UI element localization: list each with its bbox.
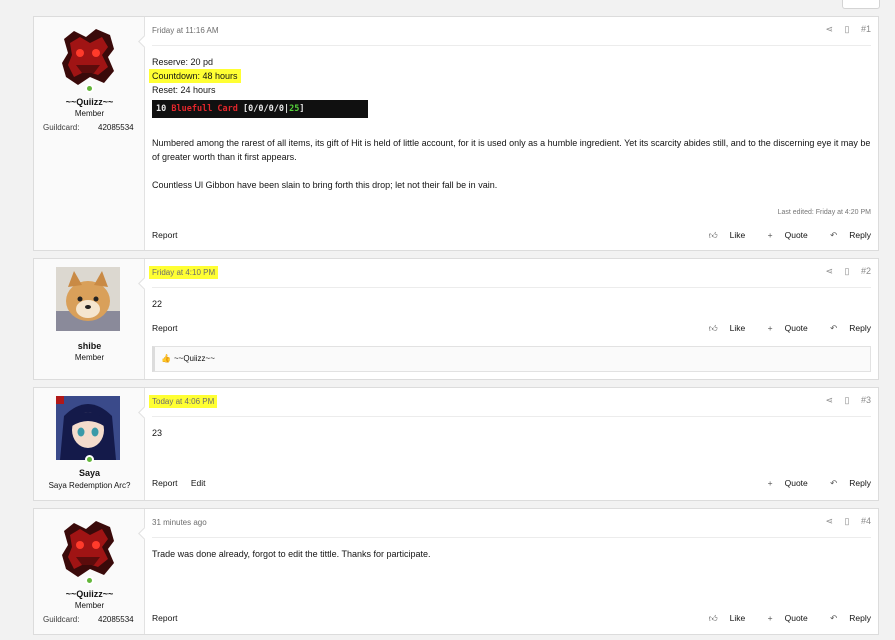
reset-line: Reset: 24 hours [152,85,216,95]
post-1: ~~Quiizz~~ Member Guildcard: 42085534 Fr… [33,16,879,251]
post-4: ~~Quiizz~~ Member Guildcard: 42085534 31… [33,508,879,635]
post-content: 22 [152,299,163,309]
share-icon[interactable]: ⋖ [825,516,833,526]
bookmark-icon[interactable]: ▯ [845,266,850,276]
like-button[interactable]: 👍︎ Like [699,613,745,623]
report-link[interactable]: Report [152,323,178,333]
report-link[interactable]: Report [152,613,178,623]
reaction-user[interactable]: ~~Quiizz~~ [174,354,215,363]
reactions-bar[interactable]: 👍 ~~Quiizz~~ [152,346,871,372]
user-title: Saya Redemption Arc? [48,481,131,490]
bookmark-icon[interactable]: ▯ [845,395,850,405]
online-indicator-icon [85,84,94,93]
reply-icon: ↶ [830,230,838,240]
username[interactable]: shibe [34,341,145,351]
edit-link[interactable]: Edit [191,478,206,488]
countdown-line: Countdown: 48 hours [149,69,241,83]
guildcard-value: 42085534 [98,615,134,624]
share-icon[interactable]: ⋖ [825,24,833,34]
post-date[interactable]: 31 minutes ago [152,518,207,527]
post-number[interactable]: #1 [861,24,871,34]
reply-button[interactable]: ↶ Reply [820,323,871,333]
post-header: Friday at 4:10 PM ⋖ ▯ #2 [149,259,871,288]
share-icon[interactable]: ⋖ [825,395,833,405]
reply-button[interactable]: ↶ Reply [820,478,871,488]
thumbs-up-icon: 👍 [161,354,171,363]
online-indicator-icon [85,455,94,464]
post-1-user-panel: ~~Quiizz~~ Member Guildcard: 42085534 [34,17,151,250]
guildcard-value: 42085534 [98,123,134,132]
avatar-quiizz[interactable] [56,517,120,581]
post-date[interactable]: Friday at 11:16 AM [152,26,219,35]
plus-icon: + [767,478,773,488]
post-number[interactable]: #4 [861,516,871,526]
like-button[interactable]: 👍︎ Like [699,230,745,240]
reply-icon: ↶ [830,323,838,333]
last-edited: Last edited: Friday at 4:20 PM [777,209,871,216]
post-header: 31 minutes ago ⋖ ▯ #4 [152,509,871,538]
post-3: Saya Saya Redemption Arc? Today at 4:06 … [33,387,879,501]
thumbs-up-icon: 👍︎ [708,613,718,623]
post-2-user-panel: shibe Member [34,259,151,379]
plus-icon: + [767,323,773,333]
post-2-main: Friday at 4:10 PM ⋖ ▯ #2 22 Report 👍︎ Lik… [145,259,878,379]
quote-button[interactable]: + Quote [758,230,808,240]
quote-button[interactable]: + Quote [758,478,808,488]
post-paragraph: Countless Ul Gibbon have been slain to b… [152,180,498,190]
guildcard-label: Guildcard: [43,123,80,132]
post-3-main: Today at 4:06 PM ⋖ ▯ #3 23 Report Edit +… [145,388,878,500]
user-title: Member [74,601,105,610]
post-3-user-panel: Saya Saya Redemption Arc? [34,388,151,500]
avatar-quiizz[interactable] [56,25,120,89]
post-header: Friday at 11:16 AM ⋖ ▯ #1 [152,17,871,46]
thumbs-up-icon: 👍︎ [708,323,718,333]
plus-icon: + [767,613,773,623]
post-1-main: Friday at 11:16 AM ⋖ ▯ #1 Reserve: 20 pd… [145,17,878,250]
report-link[interactable]: Report [152,230,178,240]
reserve-line: Reserve: 20 pd [152,57,214,67]
post-body: Trade was done already, forgot to edit t… [152,547,871,561]
avatar-shibe[interactable] [56,267,120,331]
avatar-saya[interactable] [56,396,120,460]
user-title: Member [74,109,105,118]
post-number[interactable]: #3 [861,395,871,405]
reply-icon: ↶ [830,478,838,488]
plus-icon: + [767,230,773,240]
post-body: 22 [152,297,871,311]
like-button[interactable]: 👍︎ Like [699,323,745,333]
post-2: shibe Member Friday at 4:10 PM ⋖ ▯ #2 22… [33,258,879,380]
user-title: Member [74,353,105,362]
post-paragraph: Numbered among the rarest of all items, … [152,138,871,162]
username[interactable]: Saya [34,468,145,478]
post-number[interactable]: #2 [861,266,871,276]
post-4-user-panel: ~~Quiizz~~ Member Guildcard: 42085534 [34,509,151,634]
bookmark-icon[interactable]: ▯ [845,516,850,526]
post-content: 23 [152,428,163,438]
post-content: Trade was done already, forgot to edit t… [152,549,431,559]
reply-button[interactable]: ↶ Reply [820,230,871,240]
username[interactable]: ~~Quiizz~~ [34,97,145,107]
guildcard-label: Guildcard: [43,615,80,624]
item-card-image: 10 Bluefull Card [0/0/0/0|25] [152,100,368,118]
post-4-main: 31 minutes ago ⋖ ▯ #4 Trade was done alr… [145,509,878,634]
post-body: Reserve: 20 pd Countdown: 48 hours Reset… [149,55,871,192]
online-indicator-icon [85,576,94,585]
quote-button[interactable]: + Quote [758,323,808,333]
post-date[interactable]: Today at 4:06 PM [149,395,218,408]
reply-button[interactable]: ↶ Reply [820,613,871,623]
share-icon[interactable]: ⋖ [825,266,833,276]
thumbs-up-icon: 👍︎ [708,230,718,240]
quote-button[interactable]: + Quote [758,613,808,623]
post-header: Today at 4:06 PM ⋖ ▯ #3 [149,388,871,417]
bookmark-icon[interactable]: ▯ [845,24,850,34]
post-body: 23 [152,426,871,440]
reply-icon: ↶ [830,613,838,623]
page-top-button[interactable] [842,0,880,9]
username[interactable]: ~~Quiizz~~ [34,589,145,599]
report-link[interactable]: Report [152,478,178,488]
post-date[interactable]: Friday at 4:10 PM [149,266,219,279]
